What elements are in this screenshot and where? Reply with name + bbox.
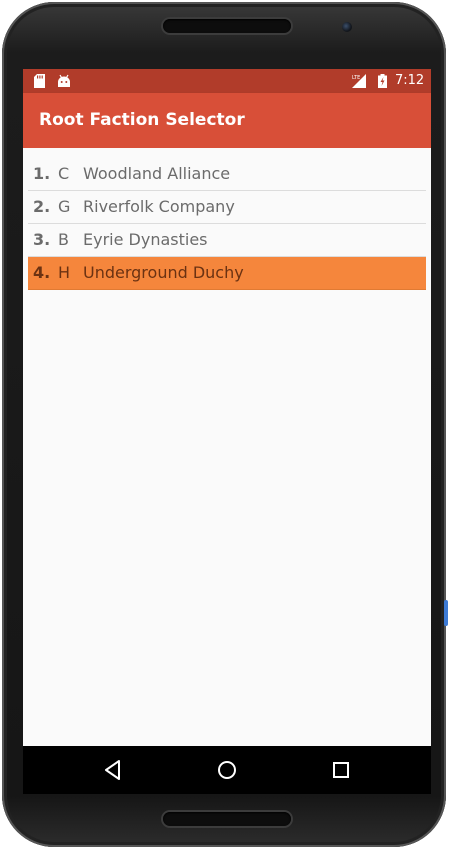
faction-letter: C bbox=[58, 164, 70, 183]
status-time: 7:12 bbox=[395, 73, 425, 88]
faction-name: Woodland Alliance bbox=[83, 164, 231, 183]
navigation-bar bbox=[23, 746, 431, 794]
faction-letter: G bbox=[58, 197, 71, 216]
faction-name: Riverfolk Company bbox=[83, 197, 235, 216]
front-camera bbox=[342, 22, 352, 32]
svg-text:LTE: LTE bbox=[352, 75, 360, 81]
faction-number: 1. bbox=[33, 164, 51, 183]
home-icon[interactable] bbox=[215, 758, 239, 782]
faction-list-area: 1. C Woodland Alliance 2. G Riverfolk Co… bbox=[23, 148, 431, 746]
faction-number: 2. bbox=[33, 197, 51, 216]
recents-icon[interactable] bbox=[329, 758, 353, 782]
faction-number: 4. bbox=[33, 263, 51, 282]
list-item[interactable]: 3. B Eyrie Dynasties bbox=[28, 224, 426, 257]
list-item-selected[interactable]: 4. H Underground Duchy bbox=[28, 257, 426, 290]
list-item[interactable]: 2. G Riverfolk Company bbox=[28, 191, 426, 224]
list-item[interactable]: 1. C Woodland Alliance bbox=[28, 158, 426, 191]
bottom-speaker bbox=[163, 812, 291, 826]
faction-list: 1. C Woodland Alliance 2. G Riverfolk Co… bbox=[28, 158, 426, 290]
back-icon[interactable] bbox=[101, 758, 125, 782]
side-button[interactable] bbox=[444, 600, 448, 626]
device-frame: LTE 7:12 Root Faction Selector 1. C Wood… bbox=[2, 2, 448, 847]
faction-letter: B bbox=[58, 230, 69, 249]
android-icon bbox=[58, 74, 70, 87]
faction-letter: H bbox=[58, 263, 71, 282]
top-speaker bbox=[163, 19, 291, 33]
faction-name: Eyrie Dynasties bbox=[83, 230, 208, 249]
faction-number: 3. bbox=[33, 230, 51, 249]
screen: LTE 7:12 Root Faction Selector 1. C Wood… bbox=[23, 69, 431, 794]
app-bar: Root Faction Selector bbox=[23, 93, 431, 148]
lte-signal-icon: LTE bbox=[352, 74, 366, 88]
status-bar: LTE 7:12 bbox=[23, 69, 431, 93]
app-title: Root Faction Selector bbox=[39, 110, 245, 130]
battery-charging-icon bbox=[378, 74, 387, 88]
faction-name: Underground Duchy bbox=[83, 263, 244, 282]
sd-card-icon bbox=[34, 74, 45, 88]
